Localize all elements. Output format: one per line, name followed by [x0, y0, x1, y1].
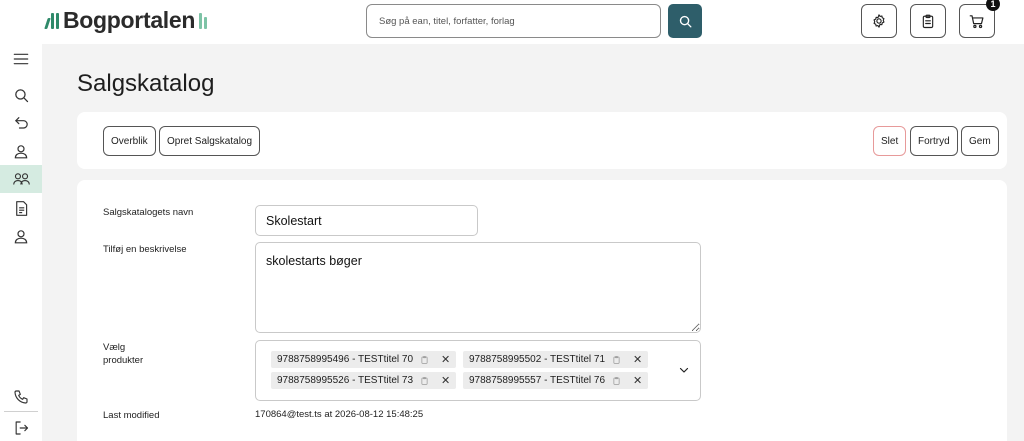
search-icon: [679, 15, 691, 27]
remove-chip-icon[interactable]: ✕: [633, 374, 642, 387]
product-chip: 9788758995502 - TESTtitel 71 ✕: [463, 351, 649, 368]
product-chip: 9788758995526 - TESTtitel 73 ✕: [271, 372, 457, 389]
sidebar-item-customers[interactable]: [0, 165, 42, 193]
remove-chip-icon[interactable]: ✕: [441, 353, 450, 366]
cart-count-badge: 1: [986, 0, 1000, 11]
search-button[interactable]: [668, 4, 702, 38]
clipboard-icon: [922, 14, 934, 28]
products-label: Vælg produkter: [103, 341, 143, 367]
sidebar-item-undo[interactable]: [0, 110, 42, 136]
sales-catalog-form: Salgskatalogets navn Tilføj en beskrivel…: [77, 180, 1007, 441]
last-modified-label: Last modified: [103, 410, 160, 421]
logo-books-icon: [199, 11, 208, 29]
logo[interactable]: Bogportalen: [44, 6, 208, 33]
document-icon: [15, 200, 27, 216]
delete-button[interactable]: Slet: [873, 126, 907, 156]
remove-chip-icon[interactable]: ✕: [633, 353, 642, 366]
gear-icon: [873, 14, 885, 28]
remove-chip-icon[interactable]: ✕: [441, 374, 450, 387]
undo-icon: [14, 117, 28, 129]
sidebar: [0, 44, 42, 441]
product-chip: 9788758995557 - TESTtitel 76 ✕: [463, 372, 649, 389]
description-label: Tilføj en beskrivelse: [103, 244, 187, 255]
catalog-name-input[interactable]: [255, 205, 478, 236]
cart-icon: [969, 14, 984, 28]
sidebar-item-logout[interactable]: [0, 415, 42, 441]
settings-button[interactable]: [861, 4, 897, 38]
description-textarea[interactable]: skolestarts bøger: [255, 242, 701, 333]
product-chip: 9788758995496 - TESTtitel 70 ✕: [271, 351, 457, 368]
sidebar-item-account[interactable]: [0, 223, 42, 249]
clipboard-icon[interactable]: [612, 355, 621, 365]
sidebar-item-contact[interactable]: [0, 384, 42, 410]
product-chip-label: 9788758995496 - TESTtitel 70: [277, 354, 414, 365]
create-sales-catalog-button[interactable]: Opret Salgskatalog: [159, 126, 261, 156]
menu-icon: [13, 53, 29, 65]
products-label-line2: produkter: [103, 355, 144, 366]
product-chip-label: 9788758995526 - TESTtitel 73: [277, 375, 414, 386]
last-modified-value: 170864@test.ts at 2026-08-12 15:48:25: [255, 409, 424, 420]
product-chip-label: 9788758995502 - TESTtitel 71: [469, 354, 606, 365]
page-title: Salgskatalog: [77, 70, 215, 97]
user-icon: [14, 229, 28, 243]
clipboard-icon[interactable]: [612, 376, 621, 386]
save-button[interactable]: Gem: [961, 126, 999, 156]
name-label: Salgskatalogets navn: [103, 207, 194, 218]
search-input[interactable]: [366, 4, 661, 38]
phone-icon: [14, 390, 28, 404]
sidebar-item-profile[interactable]: [0, 138, 42, 164]
clipboard-icon[interactable]: [420, 376, 429, 386]
logout-icon: [15, 421, 28, 435]
product-multiselect[interactable]: 9788758995496 - TESTtitel 70 ✕ 978875899…: [255, 340, 701, 401]
user-icon: [14, 144, 28, 158]
top-bar: Bogportalen 1: [0, 0, 1024, 44]
sidebar-divider: [4, 411, 38, 412]
clipboard-button[interactable]: [910, 4, 946, 38]
search-icon: [14, 88, 28, 102]
chevron-down-icon[interactable]: [678, 363, 690, 381]
overview-button[interactable]: Overblik: [103, 126, 156, 156]
logo-text: Bogportalen: [63, 6, 196, 33]
action-toolbar: Overblik Opret Salgskatalog Slet Fortryd…: [77, 112, 1007, 169]
users-icon: [12, 172, 30, 185]
sidebar-item-documents[interactable]: [0, 195, 42, 221]
clipboard-icon[interactable]: [420, 355, 429, 365]
products-label-line1: Vælg: [103, 342, 126, 353]
sidebar-item-search[interactable]: [0, 82, 42, 108]
logo-mark-icon: [44, 11, 59, 29]
product-chip-label: 9788758995557 - TESTtitel 76: [469, 375, 606, 386]
sidebar-item-menu[interactable]: [0, 46, 42, 72]
undo-button[interactable]: Fortryd: [910, 126, 958, 156]
